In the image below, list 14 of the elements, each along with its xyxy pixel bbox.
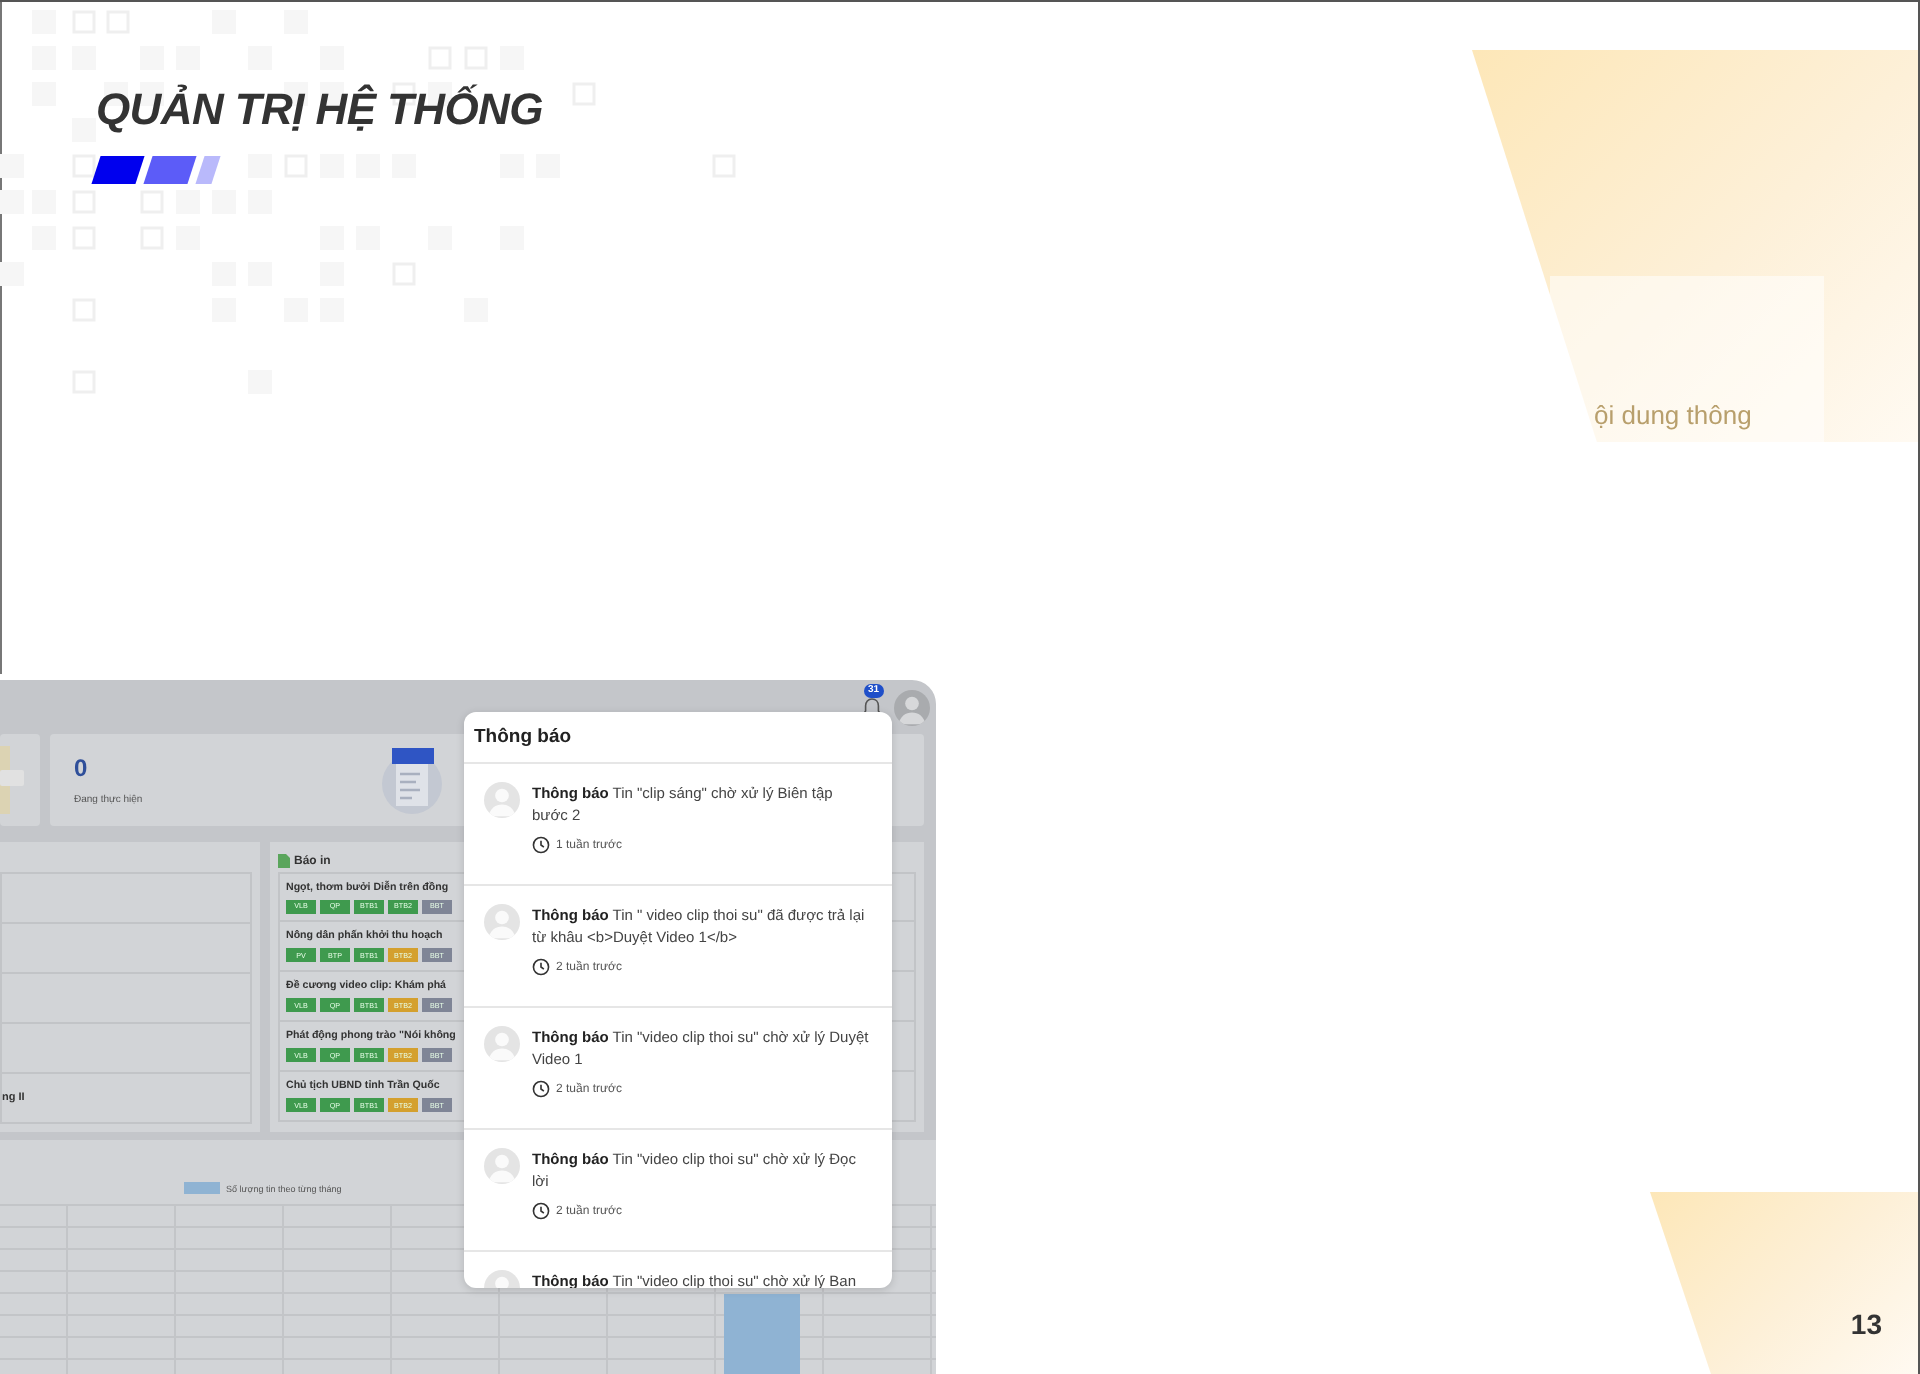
document-icon xyxy=(378,746,446,814)
chart-bar xyxy=(724,1294,800,1374)
caption-text: ội dung thông xyxy=(1594,400,1752,430)
clock-icon xyxy=(532,958,550,976)
clock-icon xyxy=(532,1080,550,1098)
page-number: 13 xyxy=(1850,1308,1882,1340)
legend-swatch xyxy=(184,1182,220,1194)
stat-value: 0 xyxy=(74,754,88,782)
document-icon xyxy=(278,854,290,868)
clock-icon xyxy=(532,836,550,854)
slide-title: QUẢN TRỊ HỆ THỐNG xyxy=(96,84,543,136)
popup-title: Thông báo xyxy=(474,726,572,748)
accent-stripe xyxy=(91,156,145,184)
clock-icon xyxy=(532,1202,550,1220)
